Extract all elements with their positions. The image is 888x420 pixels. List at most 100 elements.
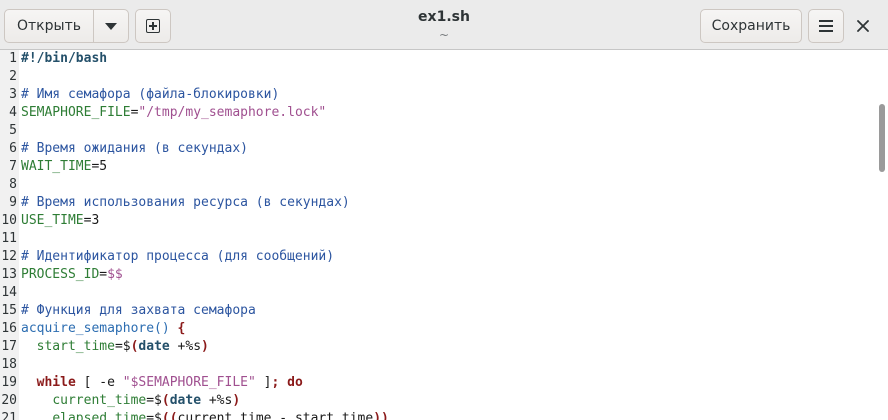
code-token: acquire_semaphore() — [21, 321, 170, 336]
code-token: while — [36, 375, 76, 390]
line-number: 13 — [1, 267, 17, 282]
code-token: #!/bin/bash — [21, 51, 108, 66]
code-line: 5 — [0, 122, 880, 140]
code-token: ) — [201, 339, 209, 354]
code-token: +%s — [169, 339, 202, 354]
code-token: date — [169, 393, 202, 408]
line-text: PROCESS_ID=$$ — [21, 266, 123, 284]
code-token: elapsed_time — [52, 411, 147, 420]
code-line: 3 # Имя семафора (файла-блокировки) — [0, 86, 880, 104]
code-token: [ -e — [75, 375, 123, 390]
code-lines: 1 #!/bin/bash 2 3 # Имя семафора (файла-блок… — [0, 50, 880, 420]
line-text: start_time=$(date +%s) — [21, 338, 209, 356]
code-line: 14 — [0, 284, 880, 302]
line-number: 5 — [9, 123, 17, 138]
line-number: 20 — [1, 393, 17, 408]
line-text: USE_TIME=3 — [21, 212, 99, 230]
code-line: 12 # Идентификатор процесса (для сообщени… — [0, 248, 880, 266]
open-button-group: Открыть — [4, 9, 129, 43]
code-line: 18 — [0, 356, 880, 374]
code-token: =5 — [91, 159, 108, 174]
code-line: 2 — [0, 68, 880, 86]
code-line: 16 acquire_semaphore() { — [0, 320, 880, 338]
code-editor[interactable]: 1 #!/bin/bash 2 3 # Имя семафора (файла-блок… — [0, 50, 888, 420]
close-window-button[interactable] — [850, 13, 876, 39]
line-number: 1 — [9, 51, 17, 66]
save-button-label: Сохранить — [711, 18, 791, 34]
line-number: 14 — [1, 285, 17, 300]
code-token: # Имя семафора (файла-блокировки) — [21, 87, 280, 102]
new-tab-button[interactable] — [135, 9, 171, 43]
code-token: "/tmp/my_semaphore.lock" — [138, 105, 327, 120]
main-menu-button[interactable] — [808, 9, 844, 43]
line-text: current_time=$(date +%s) — [21, 392, 240, 410]
line-number: 3 — [9, 87, 17, 102]
open-button-label: Открыть — [17, 18, 81, 34]
open-button[interactable]: Открыть — [4, 9, 94, 43]
line-text: # Время использования ресурса (в секунда… — [21, 194, 350, 212]
save-button[interactable]: Сохранить — [700, 9, 802, 43]
line-number: 17 — [1, 339, 17, 354]
line-number: 2 — [9, 69, 17, 84]
code-token: start_time — [36, 339, 115, 354]
code-token: date — [138, 339, 170, 354]
code-token: ; do — [271, 375, 303, 390]
code-token: PROCESS_ID — [21, 267, 100, 282]
code-token: +%s — [201, 393, 233, 408]
open-menu-button[interactable] — [93, 9, 129, 43]
line-text: SEMAPHORE_FILE="/tmp/my_semaphore.lock" — [21, 104, 326, 122]
triangle-down-icon — [105, 22, 117, 30]
code-token: current_time — [52, 393, 147, 408]
code-token: ] — [255, 375, 272, 390]
line-text: acquire_semaphore() { — [21, 320, 185, 338]
vertical-scrollbar[interactable] — [879, 104, 885, 172]
line-number: 12 — [1, 249, 17, 264]
line-number: 18 — [1, 357, 17, 372]
line-number: 7 — [9, 159, 17, 174]
line-number: 9 — [9, 195, 17, 210]
line-number: 10 — [1, 213, 17, 228]
line-text: # Идентификатор процесса (для сообщений) — [21, 248, 334, 266]
code-token: { — [177, 321, 186, 336]
code-token: $$ — [107, 267, 123, 282]
code-token: ) — [232, 393, 241, 408]
line-number: 21 — [1, 411, 17, 420]
code-line: 9 # Время использования ресурса (в секунд… — [0, 194, 880, 212]
line-number: 15 — [1, 303, 17, 318]
code-line: 1 #!/bin/bash — [0, 50, 880, 68]
line-number: 8 — [9, 177, 17, 192]
window-title: ex1.sh — [418, 9, 470, 25]
code-line: 13 PROCESS_ID=$$ — [0, 266, 880, 284]
line-text: # Функция для захвата семафора — [21, 302, 256, 320]
code-token: # Функция для захвата семафора — [21, 303, 256, 318]
code-token: USE_TIME — [21, 213, 84, 228]
code-token: =$ — [146, 411, 162, 420]
code-token: current_time - start_time — [177, 411, 374, 420]
code-token: SEMAPHORE_FILE — [21, 105, 131, 120]
code-line: 17 start_time=$(date +%s) — [0, 338, 880, 356]
code-token: "$SEMAPHORE_FILE" — [122, 375, 256, 390]
line-number: 6 — [9, 141, 17, 156]
code-line: 15 # Функция для захвата семафора — [0, 302, 880, 320]
code-token: )) — [373, 411, 389, 420]
close-icon — [857, 20, 869, 32]
code-token: =$ — [114, 339, 131, 354]
line-text: #!/bin/bash — [21, 50, 107, 68]
code-token: ( — [161, 393, 170, 408]
code-line: 21 elapsed_time=$((current_time - start_… — [0, 410, 880, 420]
code-line: 7 WAIT_TIME=5 — [0, 158, 880, 176]
code-token: # Идентификатор процесса (для сообщений) — [21, 249, 335, 264]
line-text: # Время ожидания (в секундах) — [21, 140, 248, 158]
hamburger-menu-icon — [819, 20, 833, 32]
code-line: 19 while [ -e "$SEMAPHORE_FILE" ]; do — [0, 374, 880, 392]
code-token: # Время использования ресурса (в секунда… — [21, 195, 350, 210]
code-line: 20 current_time=$(date +%s) — [0, 392, 880, 410]
code-line: 8 — [0, 176, 880, 194]
code-token: = — [99, 267, 108, 282]
code-line: 6 # Время ожидания (в секундах) — [0, 140, 880, 158]
code-token: (( — [161, 411, 178, 420]
